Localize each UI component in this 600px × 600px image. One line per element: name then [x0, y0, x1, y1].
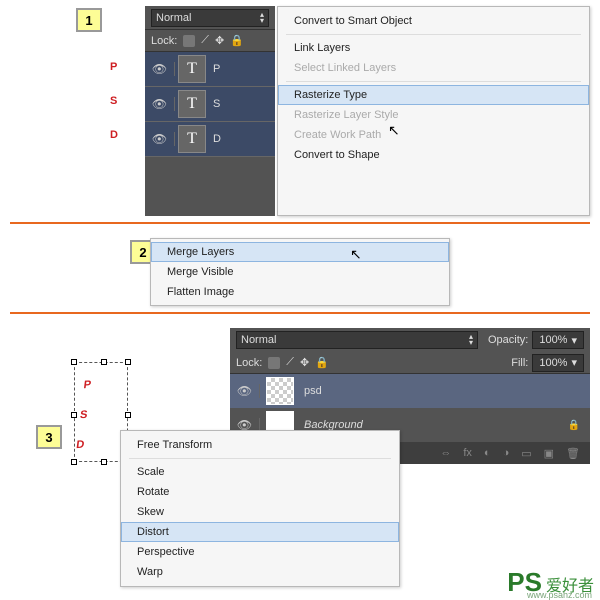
lock-icon: 🔒 [568, 420, 580, 431]
new-layer-icon[interactable]: ▣ [544, 447, 554, 460]
section-2: Merge LayersMerge VisibleFlatten Image [150, 238, 450, 306]
lock-brush-icon[interactable]: ⟋ [201, 34, 209, 47]
folder-icon[interactable]: ▭ [521, 447, 531, 460]
blend-mode-select[interactable]: Normal▴▾ [236, 331, 478, 349]
lock-row: Lock: ⟋ ✥ 🔒 [145, 30, 275, 52]
mask-icon[interactable]: ◐ [484, 447, 491, 459]
layer-row-psd[interactable]: 👁 psd [230, 374, 590, 408]
step-badge-3: 3 [36, 425, 62, 449]
layer-name: P [209, 63, 220, 75]
menu-item[interactable]: Free Transform [121, 435, 399, 455]
visibility-icon[interactable]: 👁 [145, 132, 175, 146]
context-menu-2: Merge LayersMerge VisibleFlatten Image [150, 238, 450, 306]
layers-panel-1: Normal▴▾ Lock: ⟋ ✥ 🔒 👁 T P 👁 T S 👁 T D [145, 6, 275, 216]
divider [10, 312, 590, 314]
lock-move-icon[interactable]: ✥ [215, 34, 224, 47]
context-menu-1: Convert to Smart Object Link LayersSelect… [277, 6, 590, 216]
menu-item[interactable]: Merge Visible [151, 262, 449, 282]
layer-name: S [209, 98, 220, 110]
section-1: Normal▴▾ Lock: ⟋ ✥ 🔒 👁 T P 👁 T S 👁 T D C… [50, 6, 590, 216]
lock-all-icon[interactable]: 🔒 [230, 34, 244, 47]
link-icon[interactable]: ⇔ [440, 447, 451, 459]
blend-mode-select[interactable]: Normal▴▾ [151, 9, 269, 27]
lock-transparent-icon[interactable] [268, 357, 280, 369]
menu-item[interactable]: Convert to Shape [278, 145, 589, 165]
blend-row: Normal▴▾ [145, 6, 275, 30]
opacity-input[interactable]: 100%▾ [532, 331, 584, 349]
menu-item[interactable]: Scale [121, 462, 399, 482]
layer-row[interactable]: 👁 T D [145, 122, 275, 157]
menu-item: Rasterize Layer Style [278, 105, 589, 125]
menu-item[interactable]: Distort [121, 522, 399, 542]
menu-item[interactable]: Skew [121, 502, 399, 522]
menu-item[interactable]: Perspective [121, 542, 399, 562]
watermark-url: www.psahz.com [527, 590, 592, 600]
menu-item[interactable]: Flatten Image [151, 282, 449, 302]
lock-transparent-icon[interactable] [183, 35, 195, 47]
menu-item[interactable]: Merge Layers [151, 242, 449, 262]
menu-item[interactable]: Rasterize Type [278, 85, 589, 105]
layer-thumb-checker [266, 377, 294, 405]
lock-all-icon[interactable]: 🔒 [315, 356, 329, 369]
layer-row[interactable]: 👁 T S [145, 87, 275, 122]
adjustment-icon[interactable]: ◑ [503, 447, 510, 459]
layer-name: D [209, 133, 221, 145]
menu-item: Create Work Path [278, 125, 589, 145]
trash-icon[interactable]: 🗑 [566, 447, 580, 460]
visibility-icon[interactable]: 👁 [145, 97, 175, 111]
opacity-label: Opacity: [488, 334, 528, 346]
text-layer-thumb: T [178, 55, 206, 83]
menu-item[interactable]: Rotate [121, 482, 399, 502]
menu-item: Select Linked Layers [278, 58, 589, 78]
layer-row[interactable]: 👁 T P [145, 52, 275, 87]
lock-fill-row: Lock: ⟋ ✥ 🔒 Fill: 100%▾ [230, 352, 590, 374]
context-menu-3: Free Transform ScaleRotateSkewDistortPers… [120, 430, 400, 587]
menu-item[interactable]: Warp [121, 562, 399, 582]
lock-brush-icon[interactable]: ⟋ [286, 356, 294, 369]
fill-label: Fill: [511, 357, 528, 369]
layer-name: psd [300, 385, 322, 397]
visibility-icon[interactable]: 👁 [230, 384, 260, 398]
fx-icon[interactable]: fx [463, 447, 472, 459]
menu-item[interactable]: Convert to Smart Object [278, 11, 589, 31]
fill-input[interactable]: 100%▾ [532, 354, 584, 372]
visibility-icon[interactable]: 👁 [145, 62, 175, 76]
text-layer-thumb: T [178, 125, 206, 153]
lock-move-icon[interactable]: ✥ [300, 356, 309, 369]
text-layer-thumb: T [178, 90, 206, 118]
divider [10, 222, 590, 224]
menu-item[interactable]: Link Layers [278, 38, 589, 58]
blend-opacity-row: Normal▴▾ Opacity: 100%▾ [230, 328, 590, 352]
